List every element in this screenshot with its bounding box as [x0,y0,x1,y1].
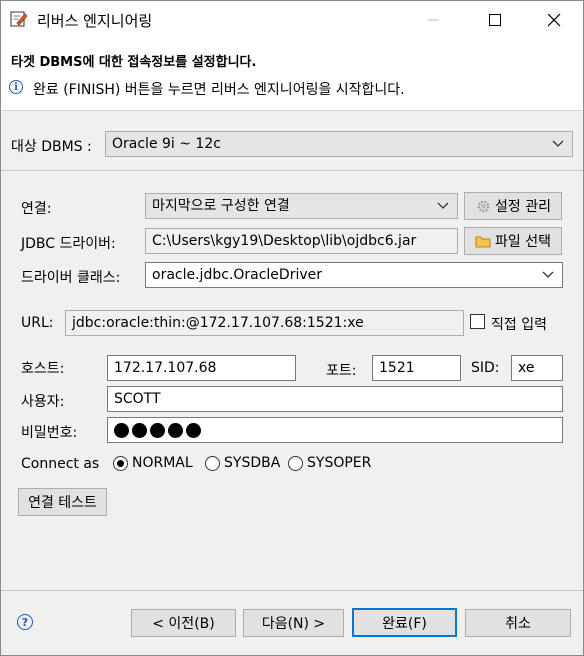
driver-class-label: 드라이버 클래스: [21,270,121,286]
direct-input-checkbox[interactable] [470,314,485,329]
connect-as-label: Connect as [21,456,100,472]
host-input[interactable]: 172.17.107.68 [107,355,296,381]
port-input[interactable]: 1521 [372,355,461,381]
maximize-button[interactable] [472,1,518,39]
info-icon: i [9,80,23,94]
minimize-button[interactable] [411,1,457,39]
password-dot [132,422,147,438]
password-dot [150,422,165,438]
driver-class-value: oracle.jdbc.OracleDriver [152,267,322,283]
target-dbms-select[interactable]: Oracle 9i ~ 12c [105,131,573,157]
window-title: 리버스 엔지니어링 [37,12,153,30]
direct-input-label[interactable]: 직접 입력 [491,314,547,334]
user-label: 사용자: [21,394,65,410]
folder-icon [475,233,491,249]
connection-value: 마지막으로 구성한 연결 [152,198,290,214]
next-button[interactable]: 다음(N) > [243,609,344,637]
app-edit-icon [10,11,28,27]
chevron-down-icon [542,271,554,278]
test-connection-button[interactable]: 연결 테스트 [18,488,107,516]
radio-normal-label: NORMAL [132,455,193,471]
radio-normal[interactable]: NORMAL [113,455,193,471]
sid-label: SID: [471,360,500,376]
user-input[interactable]: SCOTT [107,386,563,412]
radio-sysoper-label: SYSOPER [307,455,372,471]
gear-icon [475,198,491,214]
minimize-icon [428,19,439,21]
chevron-down-icon [437,202,449,209]
separator [1,170,583,171]
host-label: 호스트: [21,361,65,377]
jdbc-driver-field[interactable]: C:\Users\kgy19\Desktop\lib\ojdbc6.jar [145,228,458,254]
connection-select[interactable]: 마지막으로 구성한 연결 [145,193,458,219]
close-icon [547,13,560,26]
radio-sysdba[interactable]: SYSDBA [205,455,280,471]
target-dbms-label: 대상 DBMS : [11,139,92,155]
password-label: 비밀번호: [21,425,78,441]
password-dot [168,422,183,438]
password-input[interactable] [107,417,563,443]
dialog-window: 리버스 엔지니어링 타겟 DBMS에 대한 접속정보를 설정합니다. i 완료 … [0,0,584,656]
select-file-button[interactable]: 파일 선택 [464,227,562,255]
header-title: 타겟 DBMS에 대한 접속정보를 설정합니다. [11,55,257,70]
password-dot [186,422,201,438]
port-label: 포트: [326,363,357,379]
close-button[interactable] [531,1,577,39]
radio-button [113,455,128,471]
connection-label: 연결: [21,201,52,217]
password-dot [114,422,129,438]
radio-selected-dot [117,459,124,467]
jdbc-driver-label: JDBC 드라이버: [21,236,116,252]
radio-button [205,455,220,471]
select-file-label: 파일 선택 [495,234,551,250]
radio-button [288,455,303,471]
wizard-header: 타겟 DBMS에 대한 접속정보를 설정합니다. i 완료 (FINISH) 버… [1,39,583,111]
title-bar: 리버스 엔지니어링 [1,1,583,39]
driver-class-select[interactable]: oracle.jdbc.OracleDriver [145,262,563,288]
radio-sysoper[interactable]: SYSOPER [288,455,371,471]
cancel-button[interactable]: 취소 [465,609,571,637]
chevron-down-icon [552,140,564,147]
target-dbms-value: Oracle 9i ~ 12c [112,136,221,152]
password-mask [114,418,556,442]
header-message: 완료 (FINISH) 버튼을 누르면 리버스 엔지니어링을 시작합니다. [33,82,405,98]
manage-settings-button[interactable]: 설정 관리 [464,192,562,220]
url-field[interactable]: jdbc:oracle:thin:@172.17.107.68:1521:xe [65,310,464,336]
help-icon[interactable]: ? [17,614,33,630]
manage-settings-label: 설정 관리 [495,199,551,215]
maximize-icon [488,13,501,26]
sid-input[interactable]: xe [511,355,563,381]
radio-sysdba-label: SYSDBA [224,455,281,471]
url-label: URL: [21,315,54,331]
footer-separator [1,590,583,591]
finish-button[interactable]: 완료(F) [352,608,457,637]
back-button[interactable]: < 이전(B) [131,609,236,637]
